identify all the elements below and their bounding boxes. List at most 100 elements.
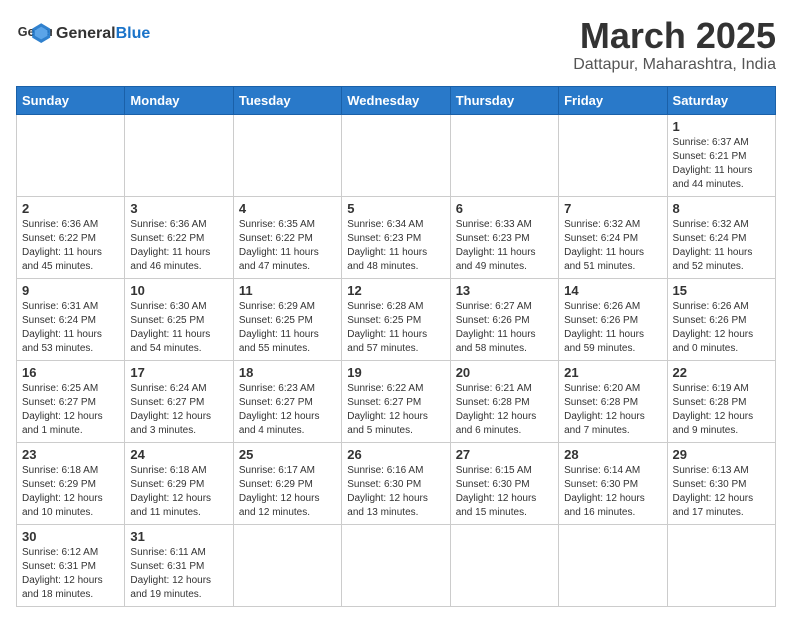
day-number: 4 (239, 201, 336, 216)
day-number: 24 (130, 447, 227, 462)
calendar-cell (342, 114, 450, 196)
calendar-cell: 1Sunrise: 6:37 AM Sunset: 6:21 PM Daylig… (667, 114, 775, 196)
day-number: 9 (22, 283, 119, 298)
day-number: 16 (22, 365, 119, 380)
day-info: Sunrise: 6:14 AM Sunset: 6:30 PM Dayligh… (564, 464, 661, 520)
logo: General GeneralBlue (16, 16, 150, 52)
calendar-cell: 27 Sunrise: 6:15 AM Sunset: 6:30 PM Dayli… (450, 442, 558, 524)
calendar-cell (450, 524, 558, 606)
day-info: Sunrise: 6:23 AM Sunset: 6:27 PM Dayligh… (239, 382, 336, 438)
calendar-cell: 13 Sunrise: 6:27 AM Sunset: 6:26 PM Dayli… (450, 278, 558, 360)
day-info: Sunrise: 6:28 AM Sunset: 6:25 PM Dayligh… (347, 300, 444, 356)
day-info: Sunrise: 6:20 AM Sunset: 6:28 PM Dayligh… (564, 382, 661, 438)
calendar-cell: 6 Sunrise: 6:33 AM Sunset: 6:23 PM Daylig… (450, 196, 558, 278)
day-number: 6 (456, 201, 553, 216)
day-info: Sunrise: 6:21 AM Sunset: 6:28 PM Dayligh… (456, 382, 553, 438)
calendar-cell (17, 114, 125, 196)
day-info: Sunrise: 6:33 AM Sunset: 6:23 PM Dayligh… (456, 218, 553, 274)
day-info: Sunrise: 6:29 AM Sunset: 6:25 PM Dayligh… (239, 300, 336, 356)
day-info: Sunrise: 6:31 AM Sunset: 6:24 PM Dayligh… (22, 300, 119, 356)
day-header-sunday: Sunday (17, 86, 125, 114)
day-number: 23 (22, 447, 119, 462)
calendar-cell (450, 114, 558, 196)
calendar-week-row: 30Sunrise: 6:12 AM Sunset: 6:31 PM Dayli… (17, 524, 776, 606)
day-number: 14 (564, 283, 661, 298)
day-info: Sunrise: 6:32 AM Sunset: 6:24 PM Dayligh… (673, 218, 770, 274)
day-info: Sunrise: 6:13 AM Sunset: 6:30 PM Dayligh… (673, 464, 770, 520)
day-number: 25 (239, 447, 336, 462)
day-info: Sunrise: 6:16 AM Sunset: 6:30 PM Dayligh… (347, 464, 444, 520)
day-header-saturday: Saturday (667, 86, 775, 114)
day-info: Sunrise: 6:18 AM Sunset: 6:29 PM Dayligh… (130, 464, 227, 520)
day-info: Sunrise: 6:37 AM Sunset: 6:21 PM Dayligh… (673, 136, 770, 192)
calendar-week-row: 2Sunrise: 6:36 AM Sunset: 6:22 PM Daylig… (17, 196, 776, 278)
page-header: General GeneralBlue March 2025 Dattapur,… (16, 16, 776, 74)
day-info: Sunrise: 6:15 AM Sunset: 6:30 PM Dayligh… (456, 464, 553, 520)
day-info: Sunrise: 6:25 AM Sunset: 6:27 PM Dayligh… (22, 382, 119, 438)
day-number: 13 (456, 283, 553, 298)
day-info: Sunrise: 6:19 AM Sunset: 6:28 PM Dayligh… (673, 382, 770, 438)
calendar-week-row: 23 Sunrise: 6:18 AM Sunset: 6:29 PM Dayli… (17, 442, 776, 524)
calendar-cell: 20 Sunrise: 6:21 AM Sunset: 6:28 PM Dayli… (450, 360, 558, 442)
calendar-cell (559, 114, 667, 196)
calendar-cell: 29 Sunrise: 6:13 AM Sunset: 6:30 PM Dayli… (667, 442, 775, 524)
day-number: 8 (673, 201, 770, 216)
calendar-cell: 12Sunrise: 6:28 AM Sunset: 6:25 PM Dayli… (342, 278, 450, 360)
day-info: Sunrise: 6:34 AM Sunset: 6:23 PM Dayligh… (347, 218, 444, 274)
day-number: 26 (347, 447, 444, 462)
day-info: Sunrise: 6:26 AM Sunset: 6:26 PM Dayligh… (564, 300, 661, 356)
calendar-cell: 22 Sunrise: 6:19 AM Sunset: 6:28 PM Dayli… (667, 360, 775, 442)
calendar-cell: 5 Sunrise: 6:34 AM Sunset: 6:23 PM Daylig… (342, 196, 450, 278)
location-subtitle: Dattapur, Maharashtra, India (573, 56, 776, 74)
day-number: 21 (564, 365, 661, 380)
calendar-cell: 14 Sunrise: 6:26 AM Sunset: 6:26 PM Dayli… (559, 278, 667, 360)
day-number: 18 (239, 365, 336, 380)
calendar-cell: 25 Sunrise: 6:17 AM Sunset: 6:29 PM Dayli… (233, 442, 341, 524)
day-number: 5 (347, 201, 444, 216)
day-number: 7 (564, 201, 661, 216)
calendar-cell (559, 524, 667, 606)
day-info: Sunrise: 6:30 AM Sunset: 6:25 PM Dayligh… (130, 300, 227, 356)
calendar-week-row: 9 Sunrise: 6:31 AM Sunset: 6:24 PM Daylig… (17, 278, 776, 360)
calendar-title-area: March 2025 Dattapur, Maharashtra, India (573, 16, 776, 74)
day-info: Sunrise: 6:27 AM Sunset: 6:26 PM Dayligh… (456, 300, 553, 356)
calendar-cell: 3 Sunrise: 6:36 AM Sunset: 6:22 PM Daylig… (125, 196, 233, 278)
day-number: 31 (130, 529, 227, 544)
calendar-cell: 19Sunrise: 6:22 AM Sunset: 6:27 PM Dayli… (342, 360, 450, 442)
calendar-cell: 31 Sunrise: 6:11 AM Sunset: 6:31 PM Dayli… (125, 524, 233, 606)
calendar-cell: 15Sunrise: 6:26 AM Sunset: 6:26 PM Dayli… (667, 278, 775, 360)
calendar-table: SundayMondayTuesdayWednesdayThursdayFrid… (16, 86, 776, 607)
day-number: 29 (673, 447, 770, 462)
day-number: 27 (456, 447, 553, 462)
day-info: Sunrise: 6:22 AM Sunset: 6:27 PM Dayligh… (347, 382, 444, 438)
day-header-wednesday: Wednesday (342, 86, 450, 114)
day-info: Sunrise: 6:11 AM Sunset: 6:31 PM Dayligh… (130, 546, 227, 602)
calendar-cell: 2Sunrise: 6:36 AM Sunset: 6:22 PM Daylig… (17, 196, 125, 278)
day-info: Sunrise: 6:18 AM Sunset: 6:29 PM Dayligh… (22, 464, 119, 520)
calendar-cell (233, 114, 341, 196)
logo-blue: Blue (116, 25, 151, 42)
day-info: Sunrise: 6:36 AM Sunset: 6:22 PM Dayligh… (130, 218, 227, 274)
day-info: Sunrise: 6:24 AM Sunset: 6:27 PM Dayligh… (130, 382, 227, 438)
calendar-cell: 11 Sunrise: 6:29 AM Sunset: 6:25 PM Dayli… (233, 278, 341, 360)
day-number: 11 (239, 283, 336, 298)
day-number: 20 (456, 365, 553, 380)
day-header-friday: Friday (559, 86, 667, 114)
day-number: 3 (130, 201, 227, 216)
day-header-tuesday: Tuesday (233, 86, 341, 114)
day-number: 30 (22, 529, 119, 544)
day-info: Sunrise: 6:36 AM Sunset: 6:22 PM Dayligh… (22, 218, 119, 274)
calendar-cell: 21 Sunrise: 6:20 AM Sunset: 6:28 PM Dayli… (559, 360, 667, 442)
calendar-cell: 28Sunrise: 6:14 AM Sunset: 6:30 PM Dayli… (559, 442, 667, 524)
day-info: Sunrise: 6:35 AM Sunset: 6:22 PM Dayligh… (239, 218, 336, 274)
month-year-title: March 2025 (573, 16, 776, 56)
calendar-cell: 30Sunrise: 6:12 AM Sunset: 6:31 PM Dayli… (17, 524, 125, 606)
day-info: Sunrise: 6:17 AM Sunset: 6:29 PM Dayligh… (239, 464, 336, 520)
logo-general: General (56, 25, 116, 42)
day-header-monday: Monday (125, 86, 233, 114)
calendar-cell: 8 Sunrise: 6:32 AM Sunset: 6:24 PM Daylig… (667, 196, 775, 278)
calendar-cell (125, 114, 233, 196)
calendar-header-row: SundayMondayTuesdayWednesdayThursdayFrid… (17, 86, 776, 114)
day-number: 22 (673, 365, 770, 380)
day-info: Sunrise: 6:26 AM Sunset: 6:26 PM Dayligh… (673, 300, 770, 356)
